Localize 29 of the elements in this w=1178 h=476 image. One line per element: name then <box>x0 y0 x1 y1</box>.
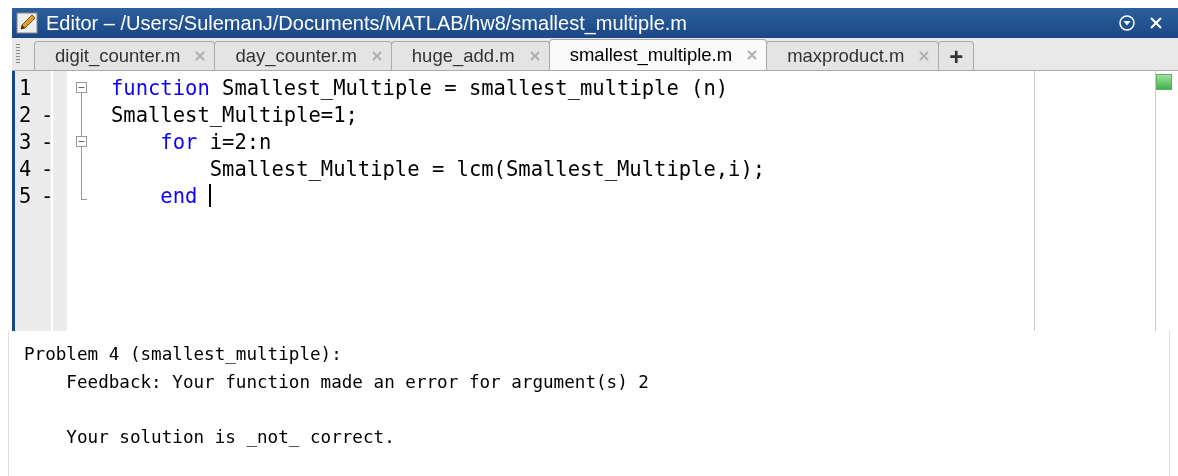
code-line: Smallest_Multiple=1; <box>111 101 359 128</box>
line-number: 2 <box>18 102 33 127</box>
line-number: 5 <box>18 183 33 208</box>
output-line: Your solution is _not_ correct. <box>65 425 396 449</box>
output-line: Feedback: Your function made an error for argument(s) 2 <box>65 370 650 394</box>
line-marker: - <box>41 129 55 154</box>
editor-tab[interactable]: digit_counter.m <box>34 41 216 70</box>
code-line: Smallest_Multiple = lcm(Smallest_Multiple,i); <box>208 155 767 182</box>
line-marker: - <box>41 102 55 127</box>
line-marker: - <box>41 183 55 208</box>
dropdown-icon[interactable] <box>1118 14 1136 32</box>
code-line: for i=2:n <box>159 128 273 155</box>
window-title: Editor – /Users/SulemanJ/Documents/MATLAB/hw8/smallest_multiple.m <box>46 11 688 35</box>
line-number: 4 <box>18 156 33 181</box>
editor-tab[interactable]: maxproduct.m <box>766 41 940 70</box>
fold-icon[interactable] <box>76 136 87 147</box>
fold-icon[interactable] <box>76 82 87 93</box>
editor-tab[interactable]: huge_add.m <box>390 41 550 70</box>
new-tab-button[interactable]: + <box>938 41 975 70</box>
output-line: Problem 4 (smallest_multiple): <box>24 343 343 366</box>
status-indicator <box>1156 74 1172 90</box>
line-number: 3 <box>18 129 33 154</box>
editor-tab[interactable]: smallest_multiple.m <box>548 39 768 70</box>
line-marker: - <box>41 156 55 181</box>
line-number: 1 <box>18 75 33 100</box>
pencil-icon <box>16 12 38 34</box>
code-line: function Smallest_Multiple = smallest_multiple (n) <box>111 74 730 101</box>
editor-tab[interactable]: day_counter.m <box>214 41 392 70</box>
code-line: end <box>111 182 1034 209</box>
